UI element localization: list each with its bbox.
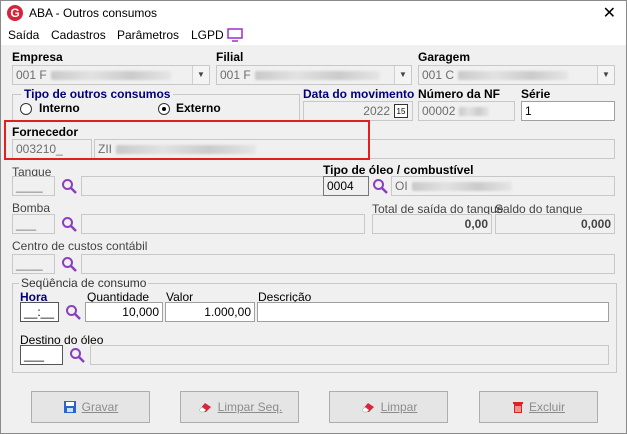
interno-label[interactable]: Interno <box>39 101 80 115</box>
gravar-label: Gravar <box>81 400 119 414</box>
excluir-button[interactable]: Excluir <box>479 391 598 423</box>
menu-bar: Saída Cadastros Parâmetros LGPD <box>1 25 626 45</box>
serie-field[interactable]: 1 <box>521 101 615 121</box>
search-icon[interactable] <box>61 178 77 194</box>
tipo-oleo-name-field[interactable]: OI <box>391 176 615 196</box>
garagem-value: 001 C <box>422 68 455 82</box>
window-title: ABA - Outros consumos <box>29 6 158 20</box>
numero-nf-label: Número da NF <box>418 87 501 101</box>
filial-label: Filial <box>216 50 244 64</box>
tipo-oleo-label: Tipo de óleo / combustível <box>323 163 474 177</box>
redacted-text <box>50 71 171 81</box>
centro-custos-desc-field[interactable] <box>81 254 615 274</box>
menu-parametros[interactable]: Parâmetros <box>117 28 179 42</box>
filial-value: 001 F <box>220 68 251 82</box>
data-movimento-value: 2022 <box>363 104 390 118</box>
bomba-value: ___ <box>16 217 37 231</box>
eraser-icon <box>198 403 211 413</box>
centro-custos-label: Centro de custos contábil <box>12 239 148 253</box>
tipo-outros-label: Tipo de outros consumos <box>21 87 174 101</box>
valor-value: 1.000,00 <box>204 305 251 319</box>
saldo-tanque-value: 0,000 <box>580 217 611 231</box>
tipo-oleo-code: 0004 <box>327 179 354 193</box>
bomba-label: Bomba <box>12 201 51 215</box>
bomba-desc-field[interactable] <box>81 214 365 234</box>
close-icon[interactable]: ✕ <box>603 3 616 23</box>
empresa-value: 001 F <box>16 68 47 82</box>
limpar-seq-button[interactable]: Limpar Seq. <box>180 391 299 423</box>
limpar-button[interactable]: Limpar <box>329 391 448 423</box>
garagem-select[interactable]: 001 C ▼ <box>418 65 615 85</box>
quantidade-field[interactable]: 10,000 <box>85 302 163 322</box>
chevron-down-icon[interactable]: ▼ <box>394 66 411 84</box>
radio-externo[interactable] <box>158 103 170 115</box>
limpar-seq-label: Limpar Seq. <box>217 400 283 414</box>
descricao-field[interactable] <box>257 302 609 322</box>
menu-cadastros[interactable]: Cadastros <box>51 28 106 42</box>
bomba-field[interactable]: ___ <box>12 214 55 234</box>
total-saida-value: 0,00 <box>464 217 488 231</box>
destino-desc-field[interactable] <box>90 345 609 365</box>
save-icon <box>63 401 76 413</box>
excluir-label: Excluir <box>528 400 565 414</box>
tanque-field[interactable]: ____ <box>12 176 55 196</box>
radio-interno[interactable] <box>20 103 32 115</box>
saldo-tanque-field: 0,000 <box>495 214 615 234</box>
search-icon[interactable] <box>61 256 77 272</box>
empresa-label: Empresa <box>12 50 63 64</box>
app-window: G ABA - Outros consumos ✕ Saída Cadastro… <box>0 0 627 434</box>
eraser-icon <box>361 403 374 413</box>
menu-lgpd[interactable]: LGPD <box>191 28 224 42</box>
highlight-box <box>4 120 370 160</box>
search-icon[interactable] <box>69 347 85 363</box>
redacted-text <box>411 182 512 192</box>
search-icon[interactable] <box>61 216 77 232</box>
redacted-text <box>254 71 380 81</box>
data-movimento-label: Data do movimento <box>303 87 415 101</box>
search-icon[interactable] <box>372 178 388 194</box>
centro-custos-value: ____ <box>16 257 43 271</box>
app-logo-icon: G <box>7 5 23 21</box>
search-icon[interactable] <box>65 304 81 320</box>
numero-nf-field[interactable]: 00002 <box>418 101 515 121</box>
gravar-button[interactable]: Gravar <box>31 391 150 423</box>
hora-value: __:__ <box>24 305 55 319</box>
chevron-down-icon[interactable]: ▼ <box>192 66 209 84</box>
filial-select[interactable]: 001 F ▼ <box>216 65 412 85</box>
centro-custos-field[interactable]: ____ <box>12 254 55 274</box>
valor-field[interactable]: 1.000,00 <box>165 302 255 322</box>
numero-nf-value: 00002 <box>422 104 456 118</box>
tipo-oleo-name: OI <box>395 179 408 193</box>
redacted-text <box>458 71 569 81</box>
tanque-value: ____ <box>16 179 43 193</box>
serie-value: 1 <box>525 104 532 118</box>
destino-field[interactable]: ___ <box>20 345 63 365</box>
tipo-oleo-code-field[interactable]: 0004 <box>323 176 369 196</box>
limpar-label: Limpar <box>380 400 418 414</box>
externo-label[interactable]: Externo <box>176 101 221 115</box>
menu-saida[interactable]: Saída <box>8 28 39 42</box>
redacted-text <box>459 107 490 117</box>
total-saida-field: 0,00 <box>372 214 492 234</box>
garagem-label: Garagem <box>418 50 471 64</box>
hora-field[interactable]: __:__ <box>20 302 59 322</box>
quantidade-value: 10,000 <box>122 305 159 319</box>
trash-icon <box>512 402 523 413</box>
monitor-icon[interactable] <box>227 28 243 42</box>
empresa-select[interactable]: 001 F ▼ <box>12 65 210 85</box>
serie-label: Série <box>521 87 551 101</box>
destino-value: ___ <box>24 348 45 362</box>
title-bar: G ABA - Outros consumos ✕ <box>1 1 626 25</box>
chevron-down-icon[interactable]: ▼ <box>597 66 614 84</box>
calendar-icon[interactable]: 15 <box>394 104 408 118</box>
sequencia-label: Seqüência de consumo <box>19 276 149 290</box>
